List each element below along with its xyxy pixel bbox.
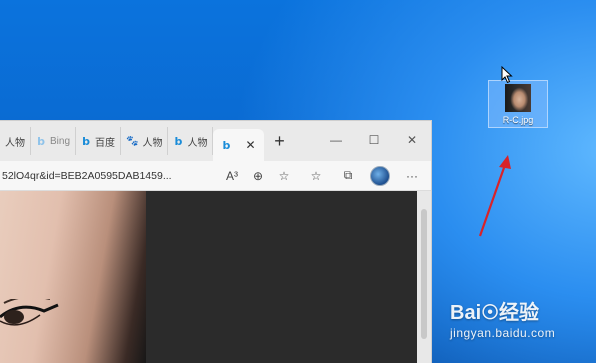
- tab-label: 人物: [5, 137, 25, 149]
- bing-icon: b: [222, 138, 231, 152]
- bing-icon: b: [37, 134, 45, 148]
- close-tab-icon[interactable]: ✕: [245, 138, 255, 152]
- desktop-file-label: R-C.jpg: [502, 115, 534, 125]
- image-viewer: [0, 191, 431, 363]
- add-favorite-icon[interactable]: ☆: [271, 163, 297, 189]
- avatar: [370, 165, 390, 186]
- browser-window: 人物 b Bing b 百度 🐾 人物 b 人物 b ✕ + — ☐ ✕ 52l…: [0, 120, 432, 363]
- image-thumbnail: [505, 84, 531, 112]
- address-bar: 52lO4qr&id=BEB2A0595DAB1459... A³ ⊕ ☆ ☆ …: [0, 161, 431, 191]
- tab-4[interactable]: 🐾 人物: [121, 127, 169, 155]
- tab-bar: 人物 b Bing b 百度 🐾 人物 b 人物 b ✕ + — ☐ ✕: [0, 121, 431, 161]
- tab-label: 人物: [187, 137, 208, 149]
- mouse-cursor-icon: [501, 66, 513, 84]
- tab-active[interactable]: b ✕: [213, 129, 264, 161]
- baidu-paw-icon: 🐾: [126, 135, 139, 147]
- tab-label: 百度: [95, 137, 116, 149]
- eye-detail: [0, 299, 59, 326]
- zoom-icon[interactable]: ⊕: [245, 163, 271, 189]
- profile-avatar[interactable]: [367, 163, 393, 189]
- tab-5[interactable]: b 人物: [168, 127, 214, 155]
- collections-icon[interactable]: ⧉: [335, 163, 361, 189]
- tab-3[interactable]: b 百度: [76, 127, 122, 155]
- tab-2[interactable]: b Bing: [31, 127, 77, 155]
- close-window-button[interactable]: ✕: [393, 127, 431, 153]
- maximize-button[interactable]: ☐: [355, 127, 393, 153]
- tab-label: 人物: [142, 137, 163, 149]
- bing-icon: b: [174, 134, 183, 148]
- favorites-icon[interactable]: ☆: [303, 163, 329, 189]
- read-aloud-icon[interactable]: A³: [219, 163, 245, 189]
- bing-icon: b: [82, 134, 90, 148]
- tab-1[interactable]: 人物: [0, 127, 31, 155]
- window-controls: — ☐ ✕: [317, 127, 431, 153]
- scrollbar-thumb[interactable]: [421, 209, 427, 339]
- more-menu-icon[interactable]: ···: [399, 163, 425, 189]
- viewer-dark-area: [146, 191, 417, 363]
- watermark-url: jingyan.baidu.com: [450, 326, 556, 340]
- desktop-file-icon[interactable]: R-C.jpg: [488, 80, 548, 128]
- scrollbar-track[interactable]: [417, 191, 431, 363]
- watermark-logo: Bai☉经验: [450, 302, 540, 324]
- url-field[interactable]: 52lO4qr&id=BEB2A0595DAB1459...: [0, 170, 219, 182]
- red-arrow-annotation: [478, 155, 511, 237]
- tab-label: Bing: [50, 135, 71, 147]
- minimize-button[interactable]: —: [317, 127, 355, 153]
- new-tab-button[interactable]: +: [272, 131, 288, 152]
- baidu-jingyan-watermark: Bai☉经验 jingyan.baidu.com: [450, 296, 555, 340]
